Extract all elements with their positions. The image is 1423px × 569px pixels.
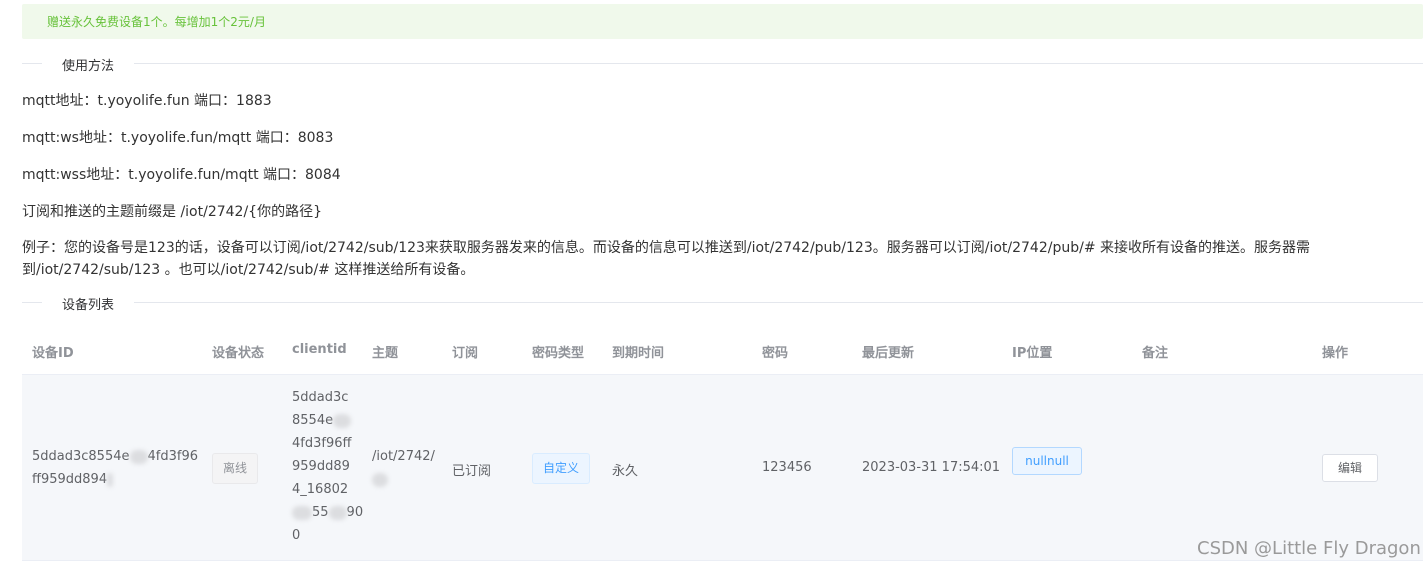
redaction-mark xyxy=(328,505,347,520)
header-expiry: 到期时间 xyxy=(612,346,665,361)
redaction-mark xyxy=(372,472,388,487)
clientid-line: 8554e xyxy=(292,413,334,428)
table-row: 5ddad3c8554e 4fd3f96 ff959dd894 离线 5ddad3… xyxy=(22,375,1423,561)
device-id-cell: 5ddad3c8554e 4fd3f96 ff959dd894 xyxy=(32,445,198,491)
topic-cell: /iot/2742/ xyxy=(372,445,435,491)
divider-line xyxy=(22,63,1423,64)
clientid-line: 4_16802 xyxy=(292,482,349,497)
password-text: 123456 xyxy=(762,460,812,475)
clientid-line: 90 xyxy=(346,505,364,520)
clientid-line: 4fd3f96ff xyxy=(292,436,352,451)
redaction-mark xyxy=(333,413,352,428)
example-text: 例子：您的设备号是123的话，设备可以订阅/iot/2742/sub/123来获… xyxy=(22,237,1423,281)
edit-button[interactable]: 编辑 xyxy=(1322,454,1378,482)
device-id-part: ff959dd894 xyxy=(32,472,108,487)
clientid-line: 959dd89 xyxy=(292,459,350,474)
notice-text: 赠送永久免费设备1个。每增加1个2元/月 xyxy=(47,15,266,29)
redaction-mark xyxy=(107,472,114,487)
header-topic: 主题 xyxy=(372,346,399,361)
expiry-text: 永久 xyxy=(612,464,639,479)
notice-alert: 赠送永久免费设备1个。每增加1个2元/月 xyxy=(22,4,1423,39)
header-actions: 操作 xyxy=(1322,346,1349,361)
clientid-line: 5ddad3c xyxy=(292,390,349,405)
device-id-part: 4fd3f96 xyxy=(147,449,199,464)
header-password-type: 密码类型 xyxy=(532,346,585,361)
last-update-text: 2023-03-31 17:54:01 xyxy=(862,460,1001,475)
clientid-cell: 5ddad3c 8554e 4fd3f96ff 959dd89 4_16802 … xyxy=(292,386,363,547)
redaction-mark xyxy=(292,505,312,520)
topic-text: /iot/2742/ xyxy=(372,449,435,464)
usage-divider: 使用方法 xyxy=(22,53,1423,74)
header-clientid: clientid xyxy=(292,342,347,357)
header-remark: 备注 xyxy=(1142,346,1169,361)
divider-line xyxy=(22,302,1423,303)
header-device-id: 设备ID xyxy=(32,346,74,361)
clientid-line: 55 xyxy=(312,505,329,520)
header-ip-location: IP位置 xyxy=(1012,346,1053,361)
ip-location-badge: nullnull xyxy=(1012,447,1082,475)
example-line-1: 例子：您的设备号是123的话，设备可以订阅/iot/2742/sub/123来获… xyxy=(22,240,1311,256)
example-line-2: 到/iot/2742/sub/123 。也可以/iot/2742/sub/# 这… xyxy=(22,262,475,278)
device-id-part: 5ddad3c8554e xyxy=(32,449,130,464)
usage-section-title: 使用方法 xyxy=(42,55,135,74)
status-badge: 离线 xyxy=(212,453,258,484)
clientid-line: 0 xyxy=(292,528,301,543)
password-type-badge: 自定义 xyxy=(532,453,590,484)
topic-prefix-text: 订阅和推送的主题前缀是 /iot/2742/{你的路径} xyxy=(22,204,322,220)
mqtt-address-text: mqtt地址：t.yoyolife.fun 端口：1883 xyxy=(22,93,272,109)
header-device-status: 设备状态 xyxy=(212,346,265,361)
redaction-mark xyxy=(129,449,148,464)
header-subscribe: 订阅 xyxy=(452,346,479,361)
header-last-update: 最后更新 xyxy=(862,346,915,361)
device-table: 设备ID 设备状态 clientid 主题 订阅 密码类型 到期时间 密码 最后… xyxy=(22,325,1423,561)
device-list-divider: 设备列表 xyxy=(22,292,1423,313)
table-header: 设备ID 设备状态 clientid 主题 订阅 密码类型 到期时间 密码 最后… xyxy=(22,325,1423,375)
mqtt-wss-address-text: mqtt:wss地址：t.yoyolife.fun/mqtt 端口：8084 xyxy=(22,167,341,183)
device-list-title: 设备列表 xyxy=(42,294,135,313)
mqtt-ws-address-text: mqtt:ws地址：t.yoyolife.fun/mqtt 端口：8083 xyxy=(22,130,334,146)
subscribed-text: 已订阅 xyxy=(452,464,492,479)
header-password: 密码 xyxy=(762,346,789,361)
watermark: CSDN @Little Fly Dragon xyxy=(1197,538,1421,559)
